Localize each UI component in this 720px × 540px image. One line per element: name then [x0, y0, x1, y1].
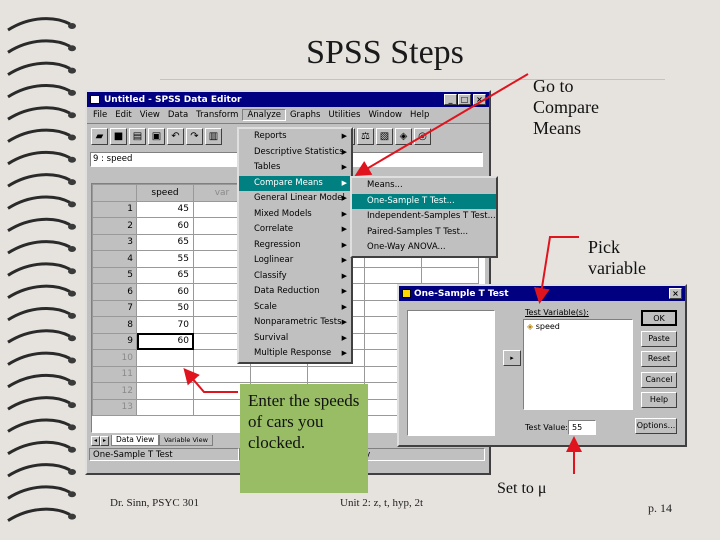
arrow-to-data-column	[183, 367, 238, 393]
arrow-to-test-variable	[533, 236, 579, 304]
annotation-arrows	[183, 73, 582, 474]
arrow-to-compare-means	[354, 73, 529, 177]
